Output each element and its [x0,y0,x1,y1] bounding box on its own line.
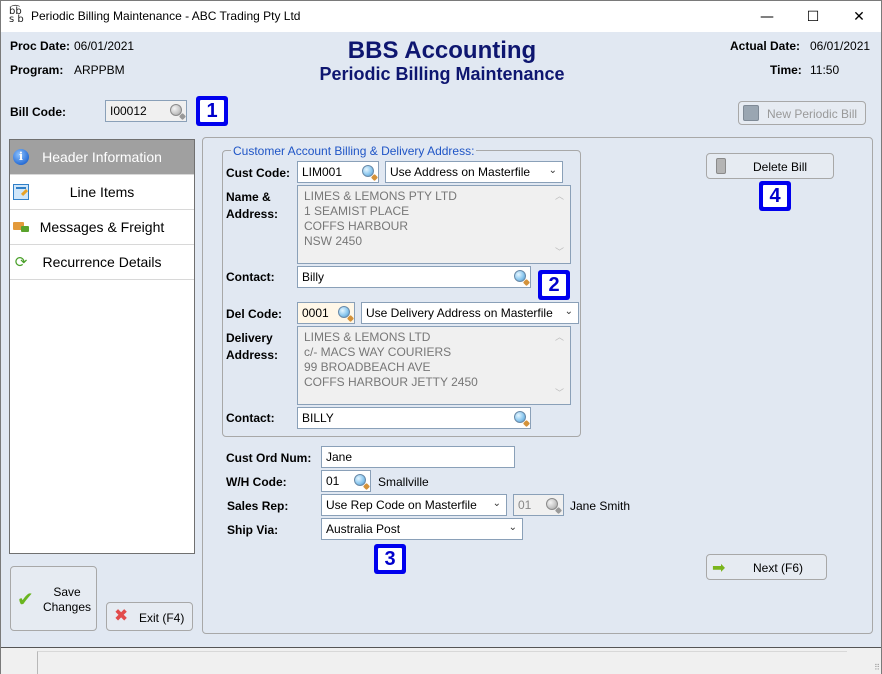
save-label-line2: Changes [42,600,92,614]
delete-bill-button[interactable]: Delete Bill [706,153,834,179]
sidebar-item-header-information[interactable]: i Header Information [10,140,194,175]
cust-ord-num-label: Cust Ord Num: [226,451,312,465]
trash-bin-icon [716,158,726,174]
del-code-label: Del Code: [226,307,283,321]
chevron-down-icon: ⌄ [548,165,557,176]
bill-code-label: Bill Code: [10,105,66,119]
contact-input[interactable]: Billy [297,266,531,288]
wh-code-search-icon[interactable] [353,473,371,491]
sidebar-item-recurrence-details[interactable]: ⟳ Recurrence Details [10,245,194,280]
del-code-search-icon[interactable] [337,305,355,323]
sales-rep-option-value: Use Rep Code on Masterfile [326,498,477,512]
cust-code-search-icon[interactable] [361,164,379,182]
delivery-address-textarea[interactable]: LIMES & LEMONS LTD c/- MACS WAY COURIERS… [297,326,571,405]
delivery-option-select[interactable]: Use Delivery Address on Masterfile ⌄ [361,302,579,324]
callout-badge-1: 1 [196,96,228,126]
callout-badge-2: 2 [538,270,570,300]
next-button[interactable]: ➡ Next (F6) [706,554,827,580]
wh-code-value: 01 [326,474,340,488]
sidebar-item-label: Line Items [69,184,135,200]
ship-via-value: Australia Post [326,522,401,536]
contact-value: Billy [302,270,325,284]
customer-address-group-title: Customer Account Billing & Delivery Addr… [231,144,477,158]
new-periodic-bill-label: New Periodic Bill [767,107,858,121]
cust-code-label: Cust Code: [226,166,290,180]
cust-ord-num-input[interactable]: Jane [321,446,515,468]
next-label: Next (F6) [753,561,804,575]
sidebar-item-messages-freight[interactable]: Messages & Freight [10,210,194,245]
ship-via-select[interactable]: Australia Post ⌄ [321,518,523,540]
sidebar-item-label: Messages & Freight [39,219,165,235]
delete-bill-label: Delete Bill [753,160,808,174]
delivery-contact-input[interactable]: BILLY [297,407,531,429]
maximize-button[interactable]: ☐ [790,1,836,32]
ship-via-label: Ship Via: [227,523,279,537]
info-icon: i [13,149,29,165]
name-address-textarea[interactable]: LIMES & LEMONS PTY LTD 1 SEAMIST PLACE C… [297,185,571,264]
delivery-contact-value: BILLY [302,411,334,425]
save-changes-button[interactable]: ✔ Save Changes [10,566,97,631]
contact-label: Contact: [226,270,275,284]
scroll-up-icon[interactable]: ︿ [555,331,564,346]
cust-code-value: LIM001 [302,165,343,179]
exit-label: Exit (F4) [139,611,185,625]
window-title: Periodic Billing Maintenance - ABC Tradi… [31,9,301,23]
actual-date-label: Actual Date: [730,39,801,53]
sidebar-nav: i Header Information Line Items Messages… [9,139,195,554]
exit-button[interactable]: ✖ Exit (F4) [106,602,193,631]
sales-rep-name: Jane Smith [570,499,631,513]
callout-badge-3: 3 [374,544,406,574]
scroll-down-icon[interactable]: ﹀ [555,246,564,261]
contact-search-icon[interactable] [513,269,531,287]
time-value: 11:50 [810,63,840,77]
exit-x-icon: ✖ [114,606,129,626]
title-bar: b͡b s b Periodic Billing Maintenance - AB… [1,1,881,32]
arrow-right-icon: ➡ [712,558,726,577]
delivery-contact-search-icon[interactable] [513,410,531,428]
freight-truck-icon [13,219,29,235]
delivery-option-value: Use Delivery Address on Masterfile [366,306,553,320]
bill-code-value: I00012 [110,104,147,118]
sidebar-item-label: Recurrence Details [42,254,162,270]
chevron-down-icon: ⌄ [508,522,517,533]
callout-badge-4: 4 [759,181,791,211]
chevron-down-icon: ⌄ [564,306,573,317]
actual-date-value: 06/01/2021 [810,39,871,53]
save-label-line1: Save [53,585,81,599]
status-bar: ⠿ [1,647,881,674]
sales-rep-select[interactable]: Use Rep Code on Masterfile ⌄ [321,494,507,516]
screen-title: Periodic Billing Maintenance [319,64,565,84]
new-periodic-bill-button[interactable]: New Periodic Bill [738,101,866,125]
sidebar-item-label: Header Information [42,149,162,165]
new-bill-icon [743,105,759,121]
del-code-value: 0001 [302,306,329,320]
minimize-button[interactable]: — [744,1,790,32]
app-window: b͡b s b Periodic Billing Maintenance - AB… [0,0,882,674]
name-address-label: Name & Address: [226,190,279,221]
resize-grip-icon[interactable]: ⠿ [874,663,880,672]
delivery-address-label: Delivery Address: [226,331,279,362]
sales-rep-label: Sales Rep: [227,499,289,513]
close-button[interactable]: ✕ [836,1,882,32]
line-items-icon [13,184,29,200]
time-label: Time: [770,63,802,77]
scroll-down-icon[interactable]: ﹀ [555,387,564,402]
sidebar-item-line-items[interactable]: Line Items [10,175,194,210]
address-option-select[interactable]: Use Address on Masterfile ⌄ [385,161,563,183]
status-bar-segment [37,651,847,674]
wh-name: Smallville [378,475,429,489]
bbs-logo-icon: b͡b s b [9,6,24,25]
checkmark-icon: ✔ [17,587,34,611]
bill-code-search-icon[interactable] [169,103,187,121]
chevron-down-icon: ⌄ [492,498,501,509]
recurrence-icon: ⟳ [14,253,28,271]
sales-rep-code-value: 01 [518,498,532,512]
delivery-contact-label: Contact: [226,411,275,425]
wh-code-label: W/H Code: [226,475,287,489]
sales-rep-search-icon[interactable] [545,497,563,515]
scroll-up-icon[interactable]: ︿ [555,190,564,205]
cust-ord-num-value: Jane [326,450,353,464]
address-option-value: Use Address on Masterfile [390,165,531,179]
